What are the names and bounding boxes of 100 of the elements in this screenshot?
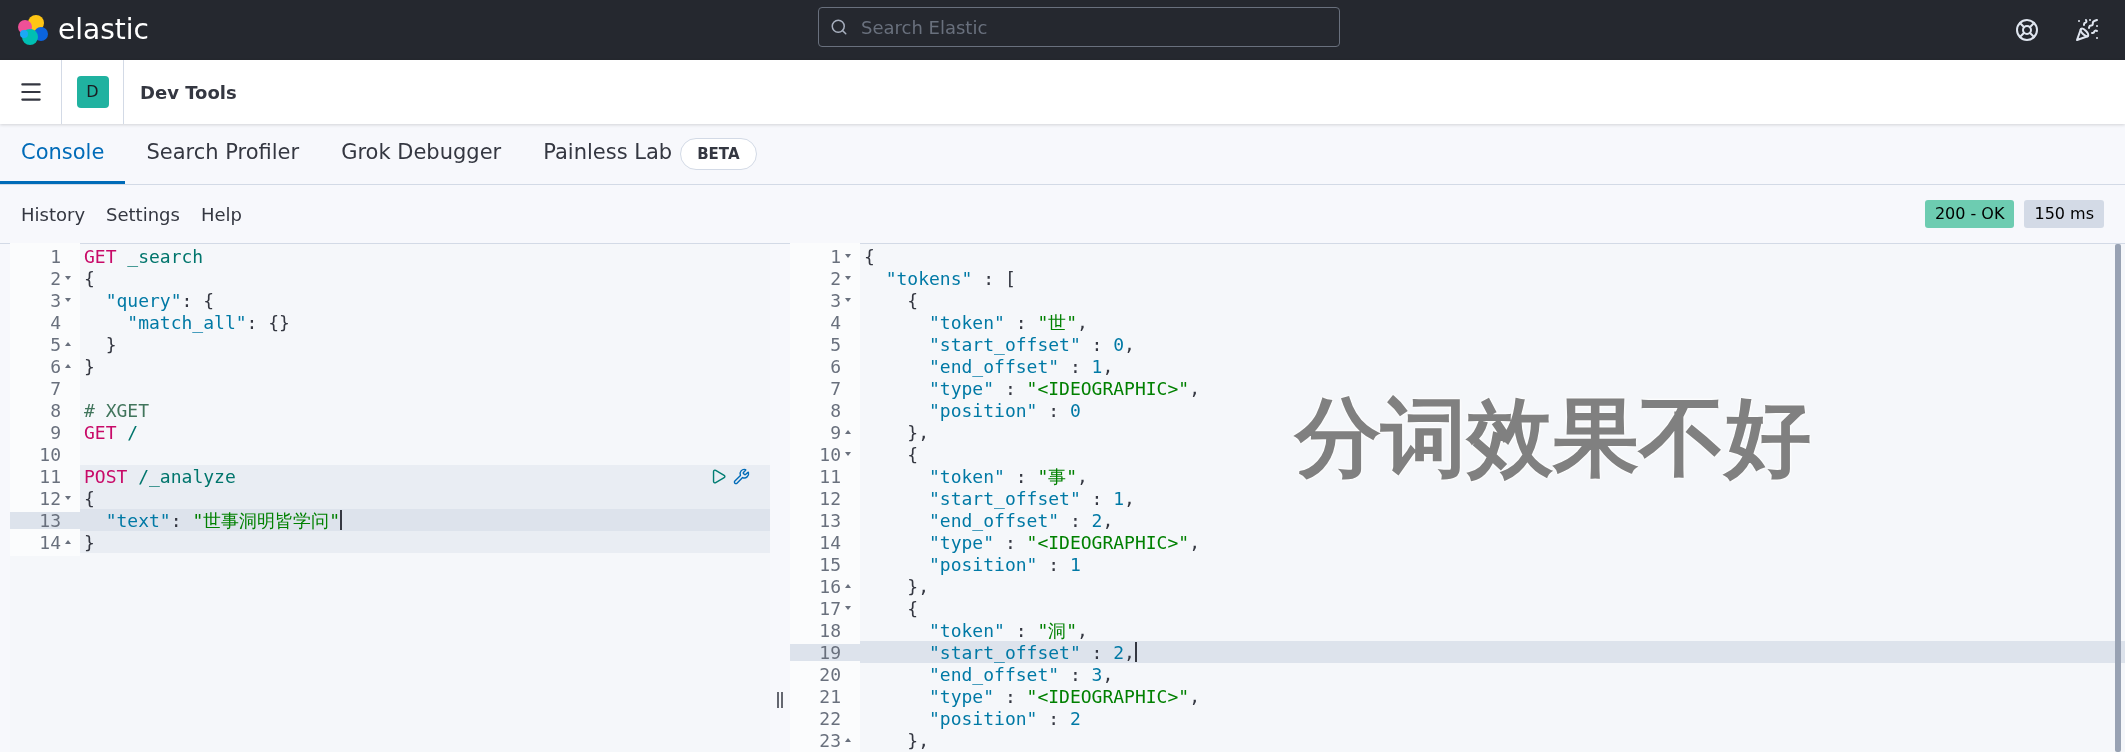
line-number: 6 — [830, 354, 841, 379]
code-text: "query": { — [104, 288, 215, 313]
duration-badge: 150 ms — [2024, 200, 2104, 228]
line-number: 5 — [830, 332, 841, 357]
line-number: 8 — [50, 398, 61, 423]
line-number: 12 — [819, 486, 841, 511]
annotation-text: 分词效果不好 — [1295, 394, 1811, 480]
code-text: "start_offset" : 2, — [928, 640, 1135, 665]
search-field[interactable]: Search Elastic — [818, 7, 1340, 47]
play-icon[interactable] — [710, 467, 727, 485]
line-number: 22 — [819, 706, 841, 731]
line-number: 1 — [50, 244, 61, 269]
code-text: GET / — [84, 420, 139, 445]
code-text: GET _search — [84, 244, 204, 269]
code-text: } — [84, 354, 95, 379]
line-number: 11 — [819, 464, 841, 489]
code-text: }, — [906, 574, 930, 599]
code-text: "position" : 2 — [928, 707, 1081, 731]
party-popper-icon[interactable] — [2075, 18, 2099, 42]
line-number: 11 — [39, 464, 61, 489]
line-number: 23 — [819, 728, 841, 752]
line-number: 17 — [819, 596, 841, 621]
fold-arrow-icon[interactable] — [844, 737, 852, 743]
line-number: 8 — [830, 398, 841, 423]
line-number: 12 — [39, 486, 61, 511]
code-text: # XGET — [84, 398, 150, 423]
code-text: "tokens" : [ — [884, 266, 1016, 291]
line-number: 9 — [830, 420, 841, 445]
code-text: "token" : "世", — [928, 310, 1088, 335]
menu-link[interactable]: History — [21, 200, 86, 228]
line-number: 1 — [830, 244, 841, 269]
code-text: }, — [906, 420, 930, 445]
scrollbar[interactable] — [2115, 244, 2121, 752]
menu-link[interactable]: Settings — [106, 200, 180, 228]
code-text: }, — [906, 728, 930, 752]
code-text: "position" : 0 — [928, 399, 1081, 423]
code-text: "position" : 1 — [928, 553, 1081, 577]
fold-arrow-icon[interactable] — [844, 583, 852, 589]
code-text: { — [864, 244, 875, 269]
fold-arrow-icon[interactable] — [64, 495, 72, 501]
wrench-icon[interactable] — [733, 467, 750, 485]
menu-link[interactable]: Help — [200, 200, 242, 228]
line-number: 15 — [819, 552, 841, 577]
fold-arrow-icon[interactable] — [64, 297, 72, 303]
resize-handle-icon[interactable] — [776, 692, 784, 708]
line-number: 5 — [50, 332, 61, 357]
code-text: "end_offset" : 3, — [928, 663, 1114, 687]
line-number: 2 — [50, 266, 61, 291]
line-number: 13 — [819, 508, 841, 533]
tab[interactable]: Grok Debugger — [320, 124, 523, 184]
beta-badge: BETA — [680, 137, 757, 171]
brand-name: elastic — [58, 12, 149, 48]
fold-arrow-icon[interactable] — [844, 429, 852, 435]
line-number: 3 — [50, 288, 61, 313]
code-text: "start_offset" : 1, — [928, 486, 1135, 511]
code-text: "start_offset" : 0, — [928, 332, 1135, 357]
fold-arrow-icon[interactable] — [844, 451, 852, 457]
line-number: 18 — [819, 618, 841, 643]
fold-arrow-icon[interactable] — [844, 297, 852, 303]
code-text: { — [906, 442, 919, 467]
tab[interactable]: Search Profiler — [125, 124, 321, 184]
code-text: "token" : "事", — [928, 464, 1088, 489]
line-number: 14 — [819, 530, 841, 555]
line-number: 4 — [50, 310, 61, 335]
code-text: { — [84, 266, 95, 291]
code-text: } — [104, 332, 117, 357]
line-number: 20 — [819, 662, 841, 687]
line-number: 16 — [819, 574, 841, 599]
help-icon[interactable] — [2015, 18, 2039, 42]
code-text: "type" : "<IDEOGRAPHIC>", — [928, 531, 1200, 555]
code-text: { — [906, 596, 919, 621]
fold-arrow-icon[interactable] — [844, 253, 852, 259]
line-number: 7 — [50, 376, 61, 401]
code-text: "type" : "<IDEOGRAPHIC>", — [928, 685, 1200, 709]
fold-arrow-icon[interactable] — [64, 275, 72, 281]
tab[interactable]: Console — [0, 124, 126, 184]
line-number: 14 — [39, 530, 61, 555]
line-number: 19 — [819, 640, 841, 665]
fold-arrow-icon[interactable] — [64, 539, 72, 545]
space-avatar[interactable]: D — [76, 76, 109, 108]
line-number: 3 — [830, 288, 841, 313]
line-number: 7 — [830, 376, 841, 401]
elastic-logo-icon — [16, 13, 50, 47]
fold-arrow-icon[interactable] — [64, 363, 72, 369]
fold-arrow-icon[interactable] — [844, 605, 852, 611]
fold-arrow-icon[interactable] — [844, 275, 852, 281]
code-text: "match_all": {} — [126, 311, 290, 335]
code-text: "type" : "<IDEOGRAPHIC>", — [928, 377, 1200, 401]
code-text: { — [906, 288, 919, 313]
line-number: 6 — [50, 354, 61, 379]
line-number: 4 — [830, 310, 841, 335]
code-text: "end_offset" : 1, — [928, 355, 1114, 379]
line-number: 21 — [819, 684, 841, 709]
status-badge: 200 - OK — [1924, 200, 2015, 228]
tab[interactable]: Painless Lab — [522, 124, 681, 184]
fold-arrow-icon[interactable] — [64, 341, 72, 347]
code-text: POST /_analyze — [84, 464, 236, 489]
code-text: "token" : "洞", — [928, 618, 1088, 643]
line-number: 10 — [39, 442, 61, 467]
line-number: 2 — [830, 266, 841, 291]
